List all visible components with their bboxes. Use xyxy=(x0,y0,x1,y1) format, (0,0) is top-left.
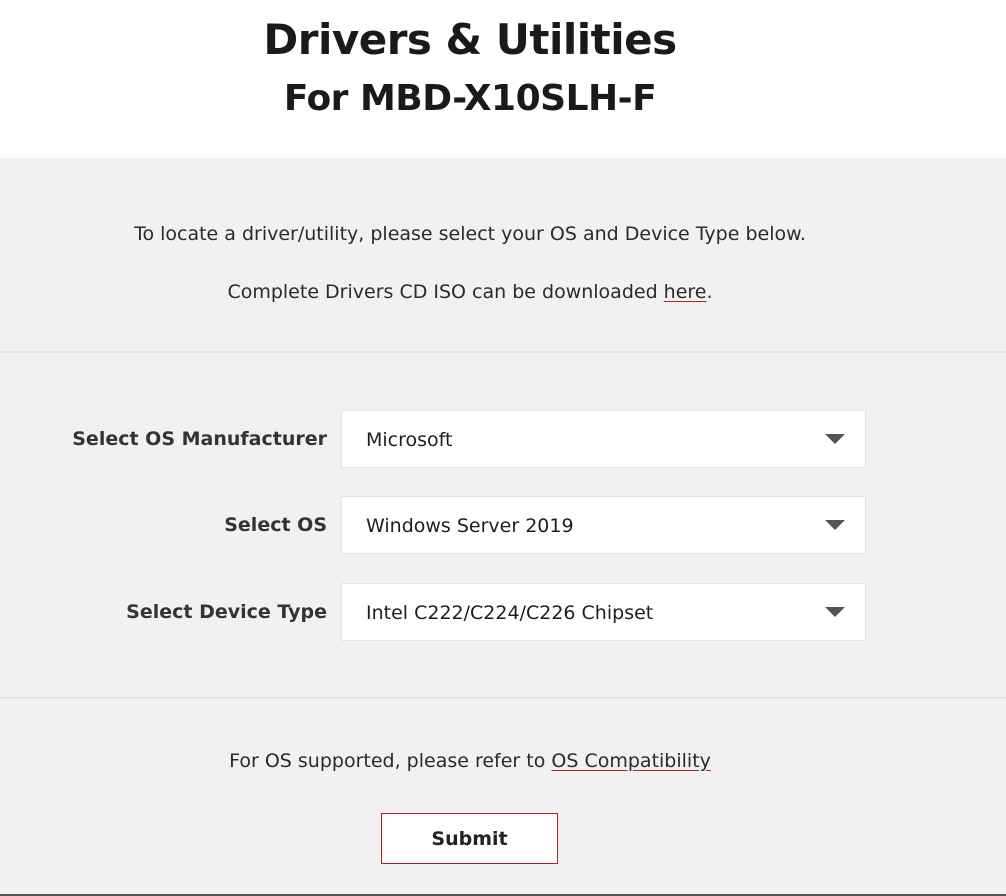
chevron-down-icon xyxy=(825,520,845,530)
os-manufacturer-select[interactable]: Microsoft xyxy=(341,410,866,468)
device-type-row: Select Device Type Intel C222/C224/C226 … xyxy=(0,583,1006,641)
os-manufacturer-label: Select OS Manufacturer xyxy=(72,428,327,450)
os-note-text: For OS supported, please refer to xyxy=(229,750,552,772)
section-divider xyxy=(0,697,1006,699)
os-select[interactable]: Windows Server 2019 xyxy=(341,496,866,554)
chevron-down-icon xyxy=(825,607,845,617)
os-compatibility-link[interactable]: OS Compatibility xyxy=(551,750,710,772)
locate-instructions: To locate a driver/utility, please selec… xyxy=(134,223,806,245)
device-type-value: Intel C222/C224/C226 Chipset xyxy=(366,602,654,624)
os-value: Windows Server 2019 xyxy=(366,515,574,537)
iso-download-text: Complete Drivers CD ISO can be downloade… xyxy=(0,279,940,305)
os-row: Select OS Windows Server 2019 xyxy=(0,496,1006,554)
page-subtitle: For MBD-X10SLH-F xyxy=(283,78,657,119)
chevron-down-icon xyxy=(825,434,845,444)
page-title: Drivers & Utilities xyxy=(263,15,677,64)
os-label: Select OS xyxy=(224,514,327,536)
drivers-utilities-page: Drivers & Utilities For MBD-X10SLH-F To … xyxy=(0,0,1006,896)
iso-download-link[interactable]: here xyxy=(664,281,707,303)
selection-panel: To locate a driver/utility, please selec… xyxy=(0,158,1006,896)
iso-text-after: . xyxy=(706,281,713,303)
page-header: Drivers & Utilities For MBD-X10SLH-F xyxy=(0,0,1006,158)
device-type-select[interactable]: Intel C222/C224/C226 Chipset xyxy=(341,583,866,641)
submit-button[interactable]: Submit xyxy=(381,813,558,864)
iso-text-before: Complete Drivers CD ISO can be downloade… xyxy=(227,281,664,303)
os-manufacturer-row: Select OS Manufacturer Microsoft xyxy=(0,410,1006,468)
device-type-label: Select Device Type xyxy=(126,601,327,623)
section-divider xyxy=(0,351,1006,353)
os-manufacturer-value: Microsoft xyxy=(366,429,453,451)
os-compatibility-note: For OS supported, please refer to OS Com… xyxy=(0,748,940,774)
